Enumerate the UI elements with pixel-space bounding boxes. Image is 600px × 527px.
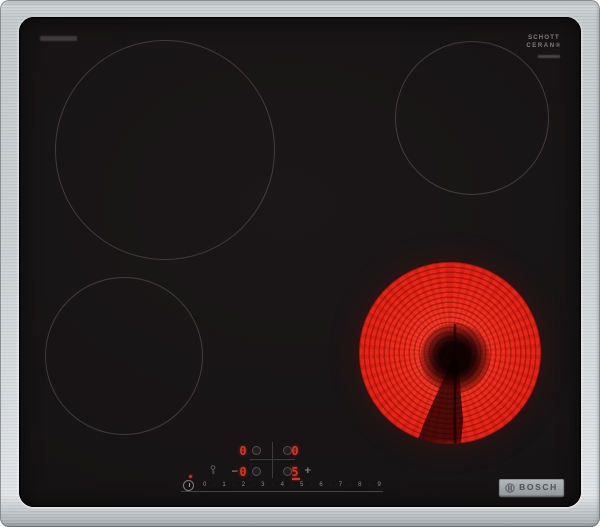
residual-heat-indicator bbox=[189, 475, 192, 478]
schott-logo-line1: SCHOTT bbox=[528, 35, 560, 41]
schott-logo-line2: CERAN® bbox=[526, 42, 562, 49]
level-dot: · bbox=[368, 481, 371, 488]
child-lock-key-icon[interactable] bbox=[209, 465, 217, 475]
cooking-zone-rear-left bbox=[55, 40, 275, 260]
power-button[interactable] bbox=[183, 480, 194, 491]
slider-level-labels: 0 · 1 · 2 · 3 · 4 · 5 · 6 · 7 · 8 · 9 bbox=[203, 482, 381, 488]
power-level-slider[interactable]: 0 · 1 · 2 · 3 · 4 · 5 · 6 · 7 · 8 · 9 bbox=[181, 480, 383, 494]
glowing-heating-element bbox=[359, 262, 541, 444]
level-label: 6 bbox=[319, 482, 323, 488]
plus-key[interactable]: + bbox=[304, 467, 312, 476]
hob-product-image: SCHOTT CERAN® 0 0 0 5 − + 0 · 1 · 2 · 3 … bbox=[0, 0, 600, 527]
zone-select-key-front-right[interactable] bbox=[283, 467, 292, 476]
level-dot: · bbox=[213, 481, 216, 488]
level-label: 0 bbox=[203, 482, 207, 488]
minus-key[interactable]: − bbox=[231, 468, 239, 477]
zone-select-key-rear-right[interactable] bbox=[283, 446, 292, 455]
display-divider-vertical bbox=[272, 442, 273, 478]
level-dot: · bbox=[271, 481, 274, 488]
level-dot: · bbox=[310, 481, 313, 488]
bosch-logo-icon bbox=[505, 482, 515, 493]
level-dot: · bbox=[232, 481, 235, 488]
slider-groove bbox=[181, 491, 383, 492]
level-label: 1 bbox=[222, 482, 226, 488]
level-dot: · bbox=[349, 481, 351, 488]
cooking-zone-front-left bbox=[45, 277, 203, 435]
level-dot: · bbox=[329, 481, 332, 488]
cooking-zone-rear-right bbox=[395, 41, 549, 195]
schott-logo-subtext bbox=[538, 55, 560, 58]
level-dot: · bbox=[252, 481, 254, 488]
schott-ceran-logo: SCHOTT CERAN® bbox=[524, 35, 564, 58]
level-label: 4 bbox=[280, 482, 284, 488]
level-label: 8 bbox=[358, 482, 362, 488]
level-dot: · bbox=[291, 481, 293, 488]
level-label: 2 bbox=[241, 482, 246, 488]
bosch-wordmark: BOSCH bbox=[519, 482, 558, 493]
level-label: 7 bbox=[338, 482, 343, 488]
bosch-badge: BOSCH bbox=[499, 479, 564, 496]
display-rear-left: 0 bbox=[239, 444, 247, 458]
level-label: 9 bbox=[377, 482, 381, 488]
sensor-stem bbox=[454, 324, 456, 444]
display-front-left: 0 bbox=[239, 465, 247, 479]
zone-select-key-front-left[interactable] bbox=[252, 467, 261, 476]
level-label: 3 bbox=[261, 482, 265, 488]
power-icon bbox=[188, 482, 190, 487]
etched-model-text bbox=[40, 36, 77, 41]
zone-select-key-rear-left[interactable] bbox=[252, 446, 261, 455]
level-label: 5 bbox=[299, 482, 304, 488]
ceramic-glass-surface: SCHOTT CERAN® 0 0 0 5 − + 0 · 1 · 2 · 3 … bbox=[19, 17, 581, 507]
